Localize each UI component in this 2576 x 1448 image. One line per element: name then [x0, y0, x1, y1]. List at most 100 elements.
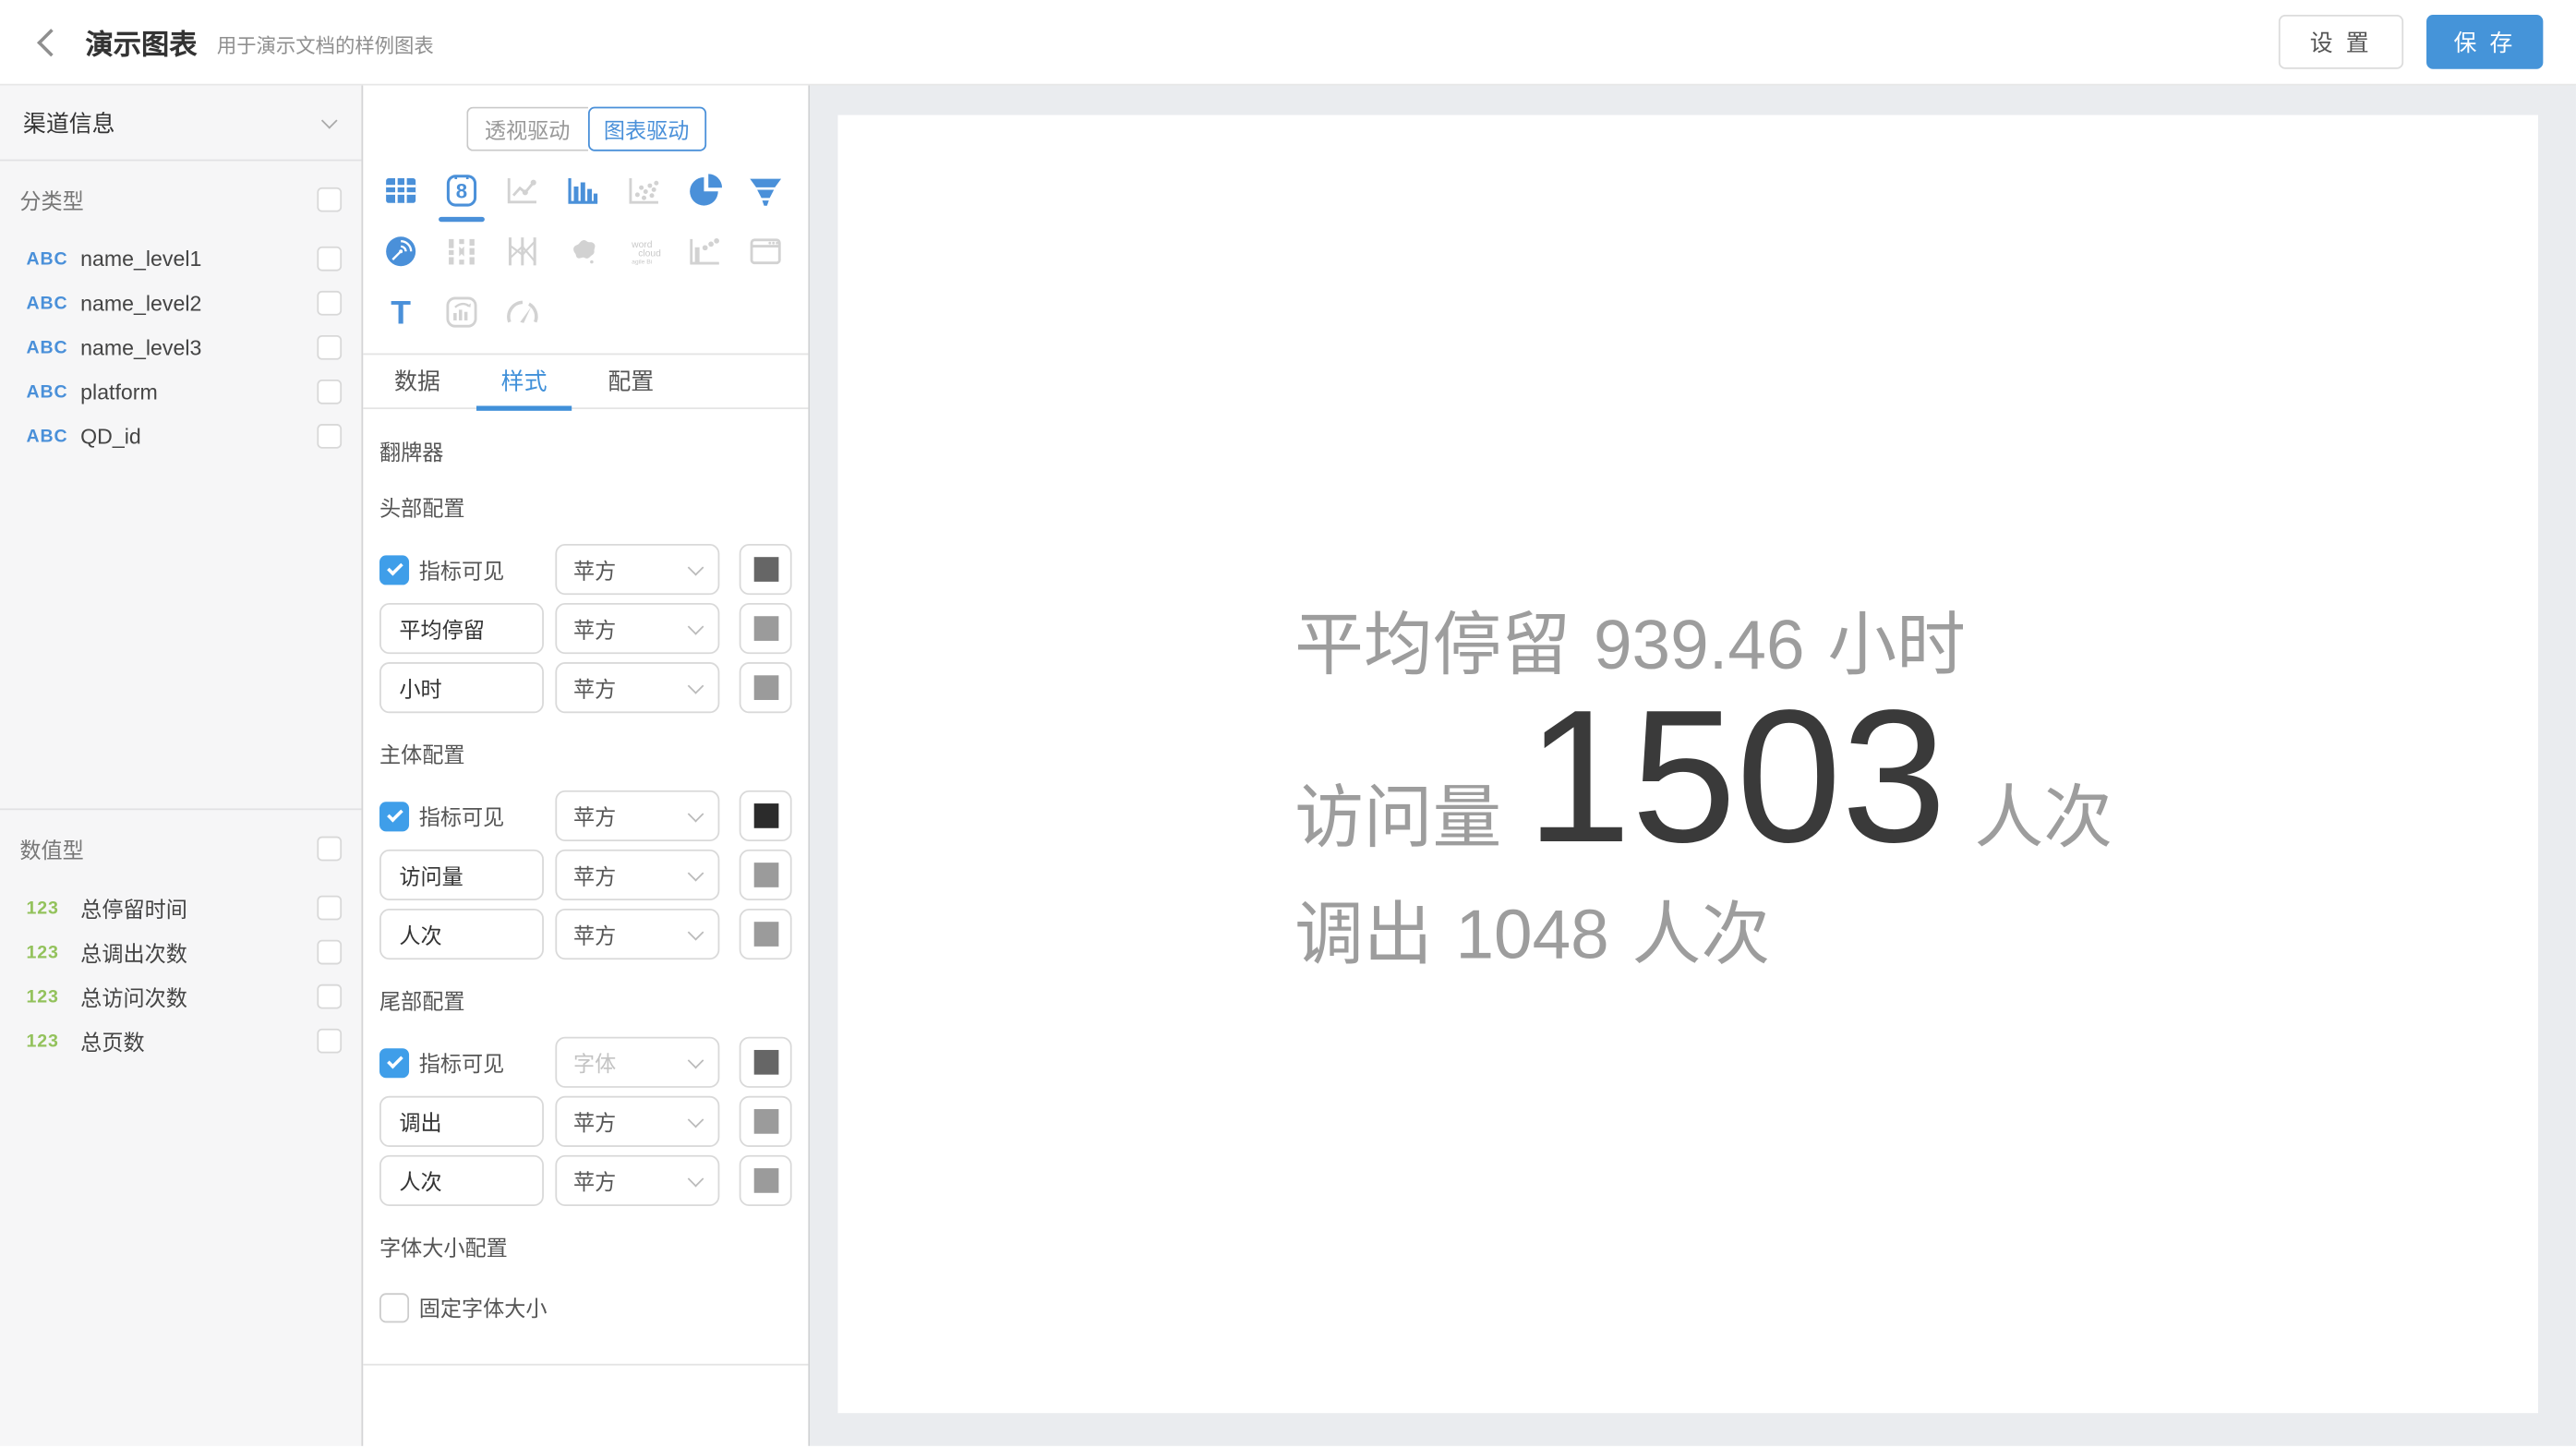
unit-row: 苹方 [379, 662, 790, 713]
color-swatch [753, 675, 778, 700]
flip-card-glyph: 8 [456, 180, 467, 203]
numeric-select-all-checkbox[interactable] [317, 837, 342, 862]
fixed-font-checkbox[interactable] [379, 1292, 409, 1321]
kpi-footer-unit: 人次 [1632, 879, 1770, 980]
font-select-value: 苹方 [573, 672, 616, 704]
bar-chart-icon[interactable] [563, 171, 603, 211]
check-icon [386, 560, 403, 576]
indicator-visible-checkbox[interactable] [379, 555, 409, 585]
chart-canvas[interactable]: 平均停留 939.46 小时 访问量 1503 人次 调出 1048 人次 [837, 115, 2538, 1414]
top-header: 演示图表 用于演示文档的样例图表 设 置 保 存 [0, 0, 2576, 86]
font-select[interactable]: 苹方 [555, 790, 719, 841]
indicator-visible-label: 指标可见 [419, 801, 505, 832]
save-button[interactable]: 保 存 [2426, 15, 2543, 69]
field-checkbox[interactable] [317, 291, 342, 316]
tab-config[interactable]: 配置 [608, 354, 654, 409]
categorical-section: 分类型 ABC name_level1 ABC name_level2 [0, 161, 361, 458]
field-checkbox[interactable] [317, 984, 342, 1009]
funnel-icon[interactable] [746, 171, 786, 211]
color-swatch-button[interactable] [740, 909, 792, 959]
flip-card-icon[interactable]: 8 [442, 171, 482, 211]
font-select[interactable]: 苹方 [555, 850, 719, 900]
iframe-icon[interactable] [746, 232, 786, 272]
word-cloud-text-3: agile Bi [632, 259, 653, 266]
color-swatch-button[interactable] [740, 603, 792, 654]
field-checkbox[interactable] [317, 247, 342, 272]
group-title-header: 头部配置 [379, 491, 790, 523]
kpi-body-unit: 人次 [1974, 763, 2112, 863]
mode-tab-chart[interactable]: 图表驱动 [587, 107, 705, 151]
badge-card-icon[interactable] [442, 293, 482, 332]
chevron-left-icon [37, 28, 65, 55]
field-row-total-visits[interactable]: 123 总访问次数 [0, 974, 361, 1019]
field-name: name_level2 [80, 291, 201, 316]
font-select[interactable]: 苹方 [555, 1096, 719, 1147]
page-subtitle: 用于演示文档的样例图表 [217, 31, 434, 59]
tab-style[interactable]: 样式 [501, 354, 548, 409]
indicator-visible-checkbox[interactable] [379, 801, 409, 830]
preview-stage: 平均停留 939.46 小时 访问量 1503 人次 调出 1048 人次 [810, 86, 2576, 1446]
color-swatch-button[interactable] [740, 850, 792, 900]
font-select[interactable]: 苹方 [555, 662, 719, 713]
field-row-total-callout[interactable]: 123 总调出次数 [0, 930, 361, 974]
text-icon[interactable]: T [381, 293, 421, 332]
field-checkbox[interactable] [317, 1029, 342, 1054]
field-checkbox[interactable] [317, 380, 342, 404]
field-row-total-stay-time[interactable]: 123 总停留时间 [0, 886, 361, 930]
field-row-platform[interactable]: ABC platform [0, 369, 361, 414]
color-swatch-button[interactable] [740, 790, 792, 841]
font-select[interactable]: 苹方 [555, 544, 719, 595]
header-unit-input[interactable] [379, 662, 544, 713]
settings-button[interactable]: 设 置 [2279, 15, 2403, 69]
dataset-selector[interactable]: 渠道信息 [0, 86, 361, 160]
field-row-total-pages[interactable]: 123 总页数 [0, 1019, 361, 1063]
footer-unit-input[interactable] [379, 1155, 544, 1206]
color-swatch-button[interactable] [740, 1037, 792, 1088]
field-checkbox[interactable] [317, 896, 342, 921]
color-swatch-button[interactable] [740, 662, 792, 713]
field-row-qd-id[interactable]: ABC QD_id [0, 414, 361, 458]
field-name: 总访问次数 [80, 981, 187, 1012]
sankey-icon[interactable] [442, 232, 482, 272]
font-select-value: 苹方 [573, 860, 616, 891]
body-unit-input[interactable] [379, 909, 544, 959]
font-select[interactable]: 苹方 [555, 1155, 719, 1206]
field-checkbox[interactable] [317, 424, 342, 449]
field-checkbox[interactable] [317, 940, 342, 965]
china-map-icon[interactable] [563, 232, 603, 272]
word-cloud-icon[interactable]: wordcloudagile Bi [624, 232, 664, 272]
tab-data[interactable]: 数据 [394, 354, 440, 409]
font-select[interactable]: 苹方 [555, 603, 719, 654]
chevron-down-icon [688, 559, 704, 575]
back-button[interactable] [26, 20, 68, 63]
chevron-down-icon [688, 677, 704, 694]
categorical-select-all-checkbox[interactable] [317, 187, 342, 212]
color-swatch-button[interactable] [740, 1155, 792, 1206]
table-icon[interactable] [381, 171, 421, 211]
pie-chart-icon[interactable] [685, 171, 725, 211]
line-chart-icon[interactable] [502, 171, 542, 211]
header-label-input[interactable] [379, 603, 544, 654]
radar-icon[interactable] [381, 232, 421, 272]
field-name: 总停留时间 [80, 892, 187, 923]
font-select-value: 苹方 [573, 1105, 616, 1137]
field-row-name-level1[interactable]: ABC name_level1 [0, 236, 361, 281]
font-select[interactable]: 苹方 [555, 909, 719, 959]
gauge-icon[interactable] [502, 293, 542, 332]
indicator-row: 指标可见 苹方 [379, 544, 790, 595]
combo-chart-icon[interactable] [685, 232, 725, 272]
footer-label-input[interactable] [379, 1096, 544, 1147]
scatter-plot-icon[interactable] [624, 171, 664, 211]
parallel-icon[interactable] [502, 232, 542, 272]
chevron-down-icon [688, 864, 704, 881]
mode-switch: 透视驱动 图表驱动 [363, 107, 808, 151]
font-select[interactable]: 字体 [555, 1037, 719, 1088]
mode-tab-pivot[interactable]: 透视驱动 [465, 107, 587, 151]
indicator-visible-checkbox[interactable] [379, 1047, 409, 1077]
color-swatch-button[interactable] [740, 1096, 792, 1147]
color-swatch-button[interactable] [740, 544, 792, 595]
field-row-name-level2[interactable]: ABC name_level2 [0, 281, 361, 325]
body-label-input[interactable] [379, 850, 544, 900]
field-checkbox[interactable] [317, 335, 342, 360]
field-row-name-level3[interactable]: ABC name_level3 [0, 325, 361, 369]
